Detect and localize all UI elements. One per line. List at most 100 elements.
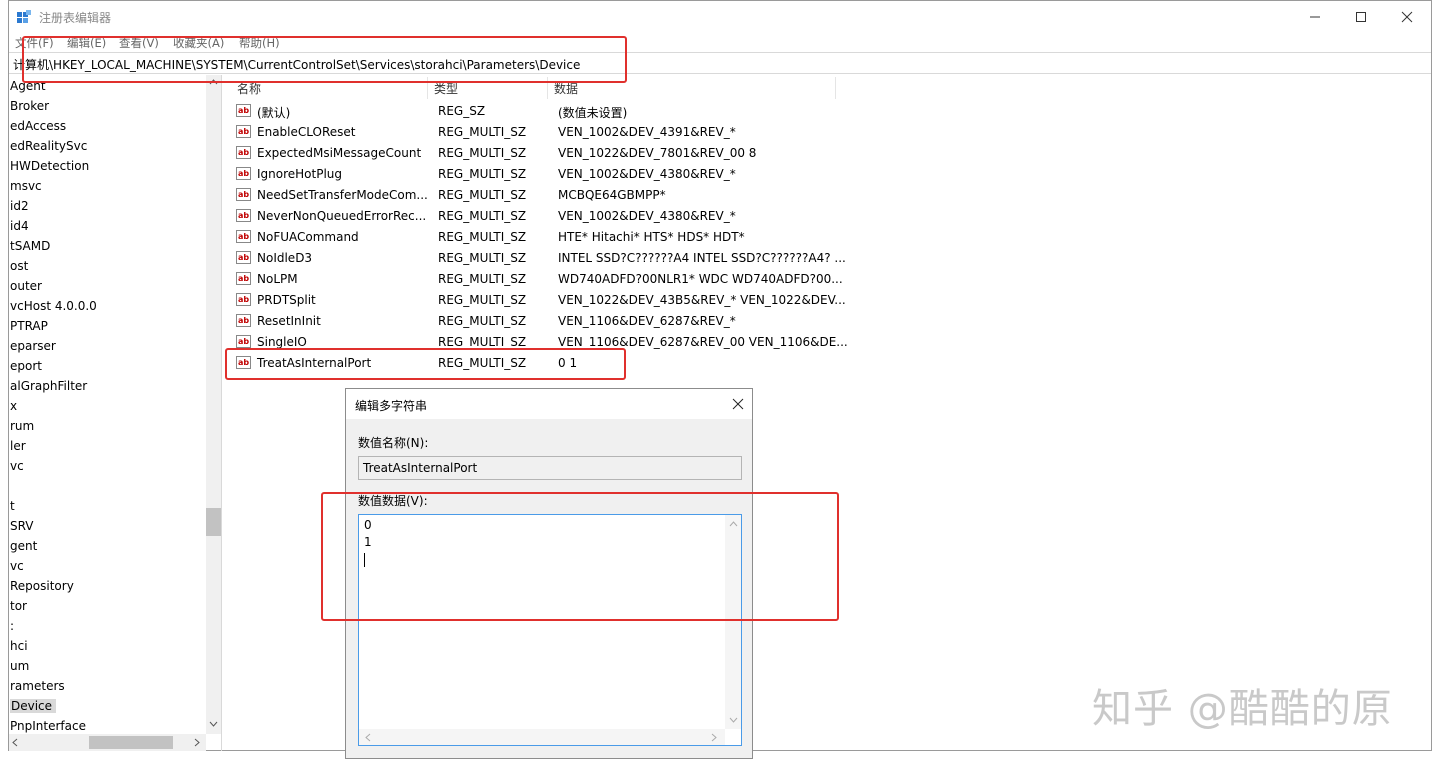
close-button[interactable] <box>1384 1 1430 32</box>
tree-item[interactable]: outer <box>10 279 42 293</box>
value-row[interactable]: ab NeedSetTransferModeCom... REG_MULTI_S… <box>233 185 873 205</box>
regedit-app-icon <box>17 10 31 23</box>
string-value-icon: ab <box>236 293 251 306</box>
value-name: NoIdleD3 <box>257 251 313 265</box>
annotation-box-value <box>225 348 626 380</box>
tree-item[interactable]: alGraphFilter <box>10 379 87 393</box>
value-row[interactable]: ab PRDTSplit REG_MULTI_SZ VEN_1022&DEV_4… <box>233 290 873 310</box>
value-type: REG_MULTI_SZ <box>438 251 527 265</box>
window-title: 注册表编辑器 <box>39 11 112 25</box>
tree-item[interactable]: eparser <box>10 339 56 353</box>
value-data: HTE* Hitachi* HTS* HDS* HDT* <box>558 230 745 244</box>
scroll-right-icon[interactable] <box>194 738 200 747</box>
value-type: REG_MULTI_SZ <box>438 314 527 328</box>
tree-item[interactable]: eport <box>10 359 42 373</box>
string-value-icon: ab <box>236 125 251 138</box>
title-bar: 注册表编辑器 <box>9 1 1431 32</box>
value-name: ExpectedMsiMessageCount <box>257 146 422 160</box>
tree-item[interactable]: um <box>10 659 29 673</box>
watermark: 知乎 @酷酷的原 <box>1092 686 1393 732</box>
value-data: VEN_1002&DEV_4391&REV_* <box>558 125 736 139</box>
value-data: VEN_1002&DEV_4380&REV_* <box>558 167 736 181</box>
value-name: IgnoreHotPlug <box>257 167 343 181</box>
string-value-icon: ab <box>236 209 251 222</box>
tree-item[interactable]: PnpInterface <box>10 719 86 733</box>
value-name: NoFUACommand <box>257 230 359 244</box>
tree-scroll-thumb[interactable] <box>206 508 221 536</box>
close-icon <box>1401 11 1413 22</box>
value-row[interactable]: ab IgnoreHotPlug REG_MULTI_SZ VEN_1002&D… <box>233 164 873 184</box>
value-row[interactable]: ab (默认) REG_SZ (数值未设置) <box>233 101 873 121</box>
dialog-title: 编辑多字符串 <box>355 399 428 413</box>
string-value-icon: ab <box>236 272 251 285</box>
tree-item[interactable]: rameters <box>10 679 65 693</box>
tree-item[interactable]: HWDetection <box>10 159 89 173</box>
value-row[interactable]: ab ResetInInit REG_MULTI_SZ VEN_1106&DEV… <box>233 311 873 331</box>
tree-item[interactable]: ost <box>10 259 28 273</box>
tree-item[interactable]: Repository <box>10 579 74 593</box>
tree-item[interactable]: vc <box>10 559 24 573</box>
value-name-label: 数值名称(N): <box>358 436 429 450</box>
tree-item[interactable]: vc <box>10 459 24 473</box>
minimize-icon <box>1310 16 1320 17</box>
value-row[interactable]: ab NoLPM REG_MULTI_SZ WD740ADFD?00NLR1* … <box>233 269 873 289</box>
value-row[interactable]: ab ExpectedMsiMessageCount REG_MULTI_SZ … <box>233 143 873 163</box>
value-name: EnableCLOReset <box>257 125 356 139</box>
tree-item[interactable]: id2 <box>10 199 29 213</box>
value-data: VEN_1002&DEV_4380&REV_* <box>558 209 736 223</box>
value-type: REG_MULTI_SZ <box>438 272 527 286</box>
tree-item[interactable]: tSAMD <box>10 239 50 253</box>
tree-item[interactable]: x <box>10 399 17 413</box>
string-value-icon: ab <box>236 146 251 159</box>
dialog-title-bar: 编辑多字符串 <box>346 389 752 419</box>
value-name: ResetInInit <box>257 314 321 328</box>
tree-item[interactable]: hci <box>10 639 28 653</box>
tree-item[interactable]: edAccess <box>10 119 66 133</box>
tree-item[interactable]: msvc <box>10 179 42 193</box>
value-name: PRDTSplit <box>257 293 316 307</box>
scroll-down-icon[interactable] <box>209 721 218 727</box>
value-data: VEN_1106&DEV_6287&REV_* <box>558 314 736 328</box>
data-horizontal-scrollbar[interactable] <box>359 729 725 745</box>
value-name-field: TreatAsInternalPort <box>358 456 742 480</box>
tree-item[interactable]: id4 <box>10 219 29 233</box>
value-type: REG_MULTI_SZ <box>438 293 527 307</box>
value-name: NoLPM <box>257 272 298 286</box>
scroll-left-icon[interactable] <box>12 738 18 747</box>
tree-item[interactable]: t <box>10 499 15 513</box>
value-row[interactable]: ab NoFUACommand REG_MULTI_SZ HTE* Hitach… <box>233 227 873 247</box>
scroll-right-icon[interactable] <box>711 733 717 742</box>
column-divider[interactable] <box>835 77 836 99</box>
maximize-button[interactable] <box>1338 1 1384 32</box>
minimize-button[interactable] <box>1292 1 1338 32</box>
tree-item[interactable]: SRV <box>10 519 34 533</box>
value-row[interactable]: ab EnableCLOReset REG_MULTI_SZ VEN_1002&… <box>233 122 873 142</box>
tree-item[interactable]: vcHost 4.0.0.0 <box>10 299 97 313</box>
tree-horizontal-scrollbar[interactable] <box>9 734 206 751</box>
tree-item[interactable]: : <box>10 619 14 633</box>
value-data: INTEL SSD?C??????A4 INTEL SSD?C??????A4?… <box>558 251 846 265</box>
tree-item[interactable]: rum <box>10 419 34 433</box>
dialog-close-icon[interactable] <box>732 398 744 410</box>
value-row[interactable]: ab NeverNonQueuedErrorRec... REG_MULTI_S… <box>233 206 873 226</box>
value-data: VEN_1106&DEV_6287&REV_00 VEN_1106&DE... <box>558 335 848 349</box>
string-value-icon: ab <box>236 314 251 327</box>
value-type: REG_SZ <box>438 104 486 118</box>
scroll-left-icon[interactable] <box>365 733 371 742</box>
scroll-down-icon[interactable] <box>729 717 738 723</box>
tree-item[interactable]: PTRAP <box>10 319 48 333</box>
tree-item[interactable]: gent <box>10 539 37 553</box>
tree-item[interactable]: edRealitySvc <box>10 139 87 153</box>
tree-vertical-scrollbar[interactable] <box>206 75 221 734</box>
value-type: REG_MULTI_SZ <box>438 146 527 160</box>
value-row[interactable]: ab NoIdleD3 REG_MULTI_SZ INTEL SSD?C????… <box>233 248 873 268</box>
tree-item-selected[interactable]: Device <box>10 699 57 713</box>
tree-item[interactable]: ler <box>10 439 26 453</box>
tree-item[interactable]: tor <box>10 599 27 613</box>
value-type: REG_MULTI_SZ <box>438 335 527 349</box>
tree-item[interactable]: Broker <box>10 99 49 113</box>
tree-hscroll-thumb[interactable] <box>89 736 173 749</box>
string-value-icon: ab <box>236 167 251 180</box>
value-name: NeedSetTransferModeCom... <box>257 188 428 202</box>
maximize-icon <box>1356 11 1366 22</box>
